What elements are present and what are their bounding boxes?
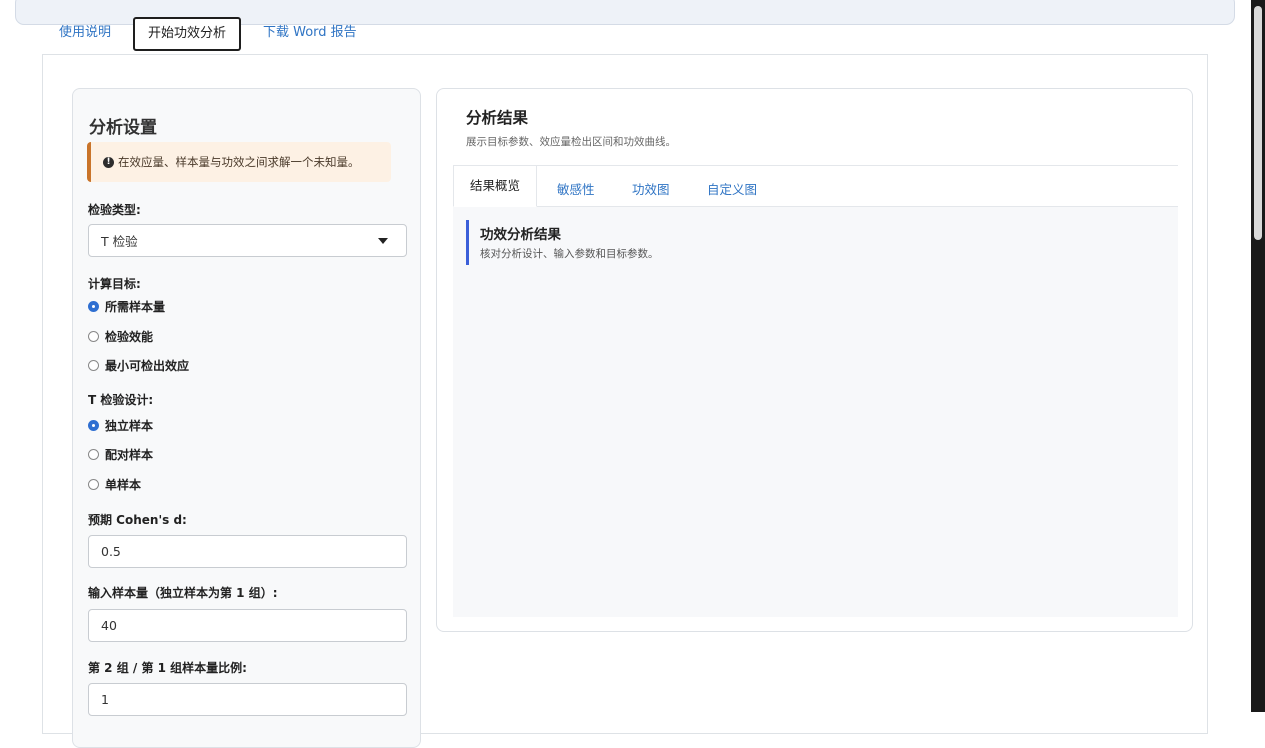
radio-target-sample-size[interactable]: 所需样本量 [88, 298, 165, 315]
tab-power-plot[interactable]: 功效图 [632, 179, 670, 198]
scrollbar-thumb[interactable] [1254, 6, 1262, 240]
radio-unselected-icon [88, 360, 99, 371]
radio-label: 配对样本 [105, 448, 154, 462]
result-subtitle: 核对分析设计、输入参数和目标参数。 [480, 248, 659, 260]
ratio-value: 1 [101, 692, 109, 707]
radio-selected-icon [88, 420, 99, 431]
radio-design-independent[interactable]: 独立样本 [88, 417, 153, 434]
tab-start-analysis[interactable]: 开始功效分析 [133, 17, 242, 51]
radio-label: 最小可检出效应 [105, 359, 190, 373]
info-note-text: 在效应量、样本量与功效之间求解一个未知量。 [118, 155, 360, 169]
cohen-d-input[interactable]: 0.5 [88, 535, 407, 568]
radio-unselected-icon [88, 449, 99, 460]
cohen-d-label: 预期 Cohen's d: [88, 513, 187, 527]
test-type-select[interactable]: T 检验 [88, 224, 407, 257]
tab-instructions[interactable]: 使用说明 [59, 21, 111, 40]
results-pane: 功效分析结果 核对分析设计、输入参数和目标参数。 [453, 207, 1178, 617]
test-type-label: 检验类型: [88, 203, 141, 217]
info-note: ! 在效应量、样本量与功效之间求解一个未知量。 [87, 142, 391, 182]
result-accent-bar [466, 220, 469, 265]
scrollbar[interactable] [1251, 0, 1265, 712]
settings-panel: 分析设置 ! 在效应量、样本量与功效之间求解一个未知量。 检验类型: T 检验 … [72, 88, 421, 748]
radio-label: 独立样本 [105, 419, 154, 433]
cohen-d-value: 0.5 [101, 544, 121, 559]
results-title: 分析结果 [466, 109, 529, 127]
sample-size-value: 40 [101, 618, 117, 633]
tab-overview[interactable]: 结果概览 [453, 165, 538, 207]
results-tabs: 结果概览 敏感性 功效图 自定义图 [453, 165, 1178, 207]
radio-design-paired[interactable]: 配对样本 [88, 446, 153, 463]
ratio-input[interactable]: 1 [88, 683, 407, 716]
sample-size-label: 输入样本量（独立样本为第 1 组）: [88, 586, 278, 600]
tab-sensitivity[interactable]: 敏感性 [557, 179, 595, 198]
radio-label: 所需样本量 [105, 300, 166, 314]
nav-tabs: 使用说明 开始功效分析 下载 Word 报告 [50, 17, 1210, 54]
radio-unselected-icon [88, 479, 99, 490]
tab-download-report[interactable]: 下载 Word 报告 [263, 21, 357, 40]
sample-size-input[interactable]: 40 [88, 609, 407, 642]
ratio-label: 第 2 组 / 第 1 组样本量比例: [88, 661, 247, 675]
results-subtitle: 展示目标参数、效应量检出区间和功效曲线。 [466, 136, 676, 148]
radio-unselected-icon [88, 331, 99, 342]
design-label: T 检验设计: [88, 393, 154, 407]
target-label: 计算目标: [88, 277, 141, 291]
radio-selected-icon [88, 301, 99, 312]
radio-target-power[interactable]: 检验效能 [88, 328, 153, 345]
tab-custom-plot[interactable]: 自定义图 [707, 179, 757, 198]
radio-design-one-sample[interactable]: 单样本 [88, 476, 141, 493]
chevron-down-icon [378, 238, 388, 244]
info-icon: ! [103, 156, 114, 168]
results-panel: 分析结果 展示目标参数、效应量检出区间和功效曲线。 结果概览 敏感性 功效图 自… [436, 88, 1193, 632]
radio-label: 检验效能 [105, 330, 154, 344]
result-title: 功效分析结果 [480, 227, 561, 243]
radio-label: 单样本 [105, 478, 142, 492]
test-type-value: T 检验 [101, 234, 138, 249]
settings-title: 分析设置 [89, 118, 157, 138]
radio-target-min-effect[interactable]: 最小可检出效应 [88, 357, 189, 374]
